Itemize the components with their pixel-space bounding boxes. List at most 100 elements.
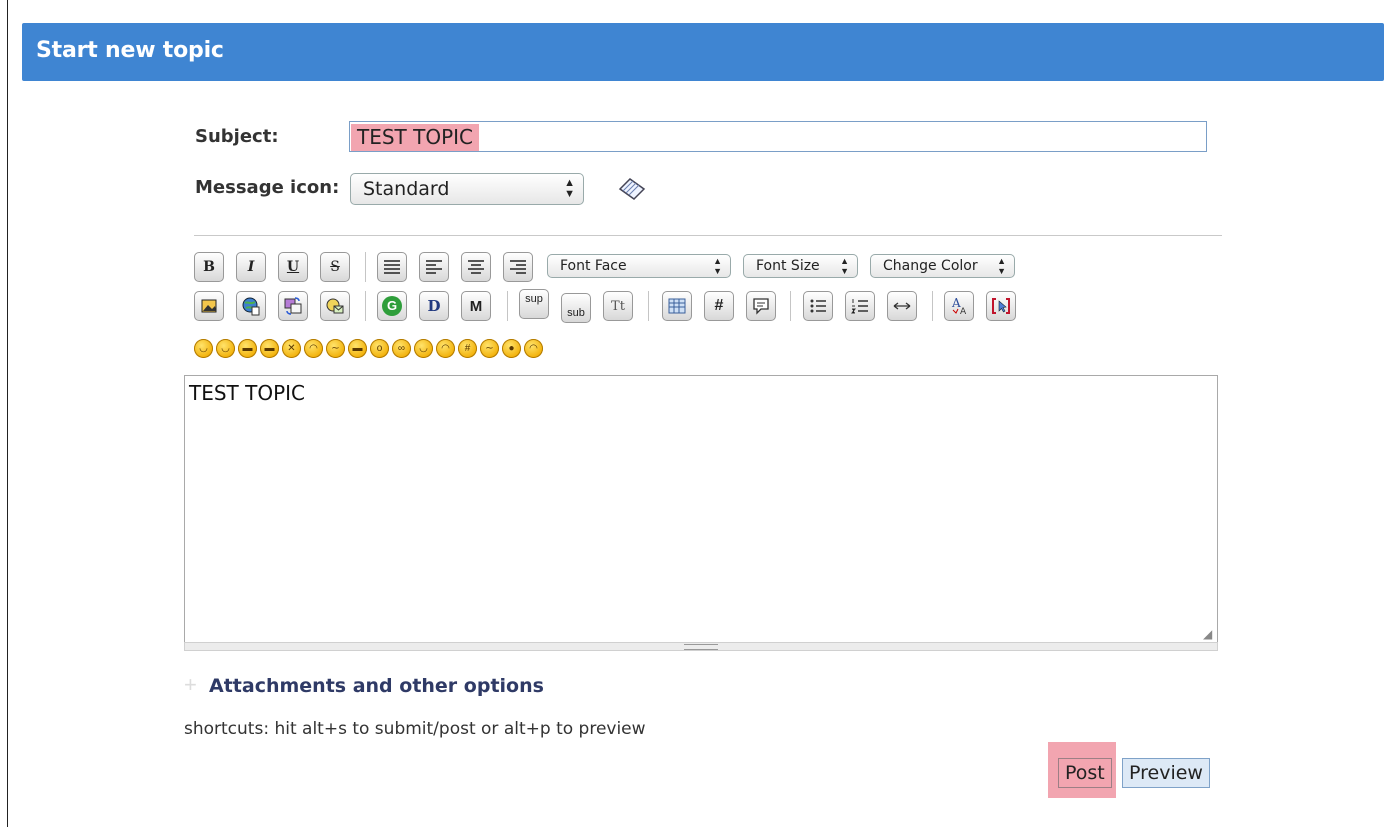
sad-smiley-icon[interactable]: ◠ [304, 339, 323, 358]
textarea-resize-corner-icon[interactable]: ◢ [1203, 627, 1212, 641]
hash-icon: # [714, 297, 724, 314]
bullet-list-button[interactable] [803, 291, 833, 321]
message-icon-label: Message icon: [195, 177, 340, 198]
insert-link-button[interactable] [236, 291, 266, 321]
wink-smiley-icon[interactable]: ◡ [216, 339, 235, 358]
font-size-select[interactable]: Font Size ▲ ▼ [743, 254, 858, 278]
remove-format-button[interactable] [986, 291, 1016, 321]
insert-table-button[interactable] [662, 291, 692, 321]
toolbar-separator [790, 291, 791, 321]
laugh-smiley-icon[interactable]: ▬ [260, 339, 279, 358]
toolbar-separator [365, 291, 366, 321]
superscript-label: sup [525, 293, 543, 305]
change-color-select[interactable]: Change Color ▲ ▼ [870, 254, 1015, 278]
change-color-label: Change Color [883, 258, 978, 274]
subject-label: Subject: [195, 126, 279, 147]
spellcheck-button[interactable]: AA [944, 291, 974, 321]
toolbar-separator [507, 291, 508, 321]
resize-grip-icon[interactable] [684, 644, 718, 650]
svg-text:A: A [960, 307, 967, 316]
attachments-toggle[interactable]: Attachments and other options [209, 675, 544, 697]
angry-smiley-icon[interactable]: ✕ [282, 339, 301, 358]
italic-glyph: I [247, 259, 255, 275]
strikethrough-button[interactable]: S [320, 252, 350, 282]
font-face-select[interactable]: Font Face ▲ ▼ [547, 254, 731, 278]
surprised-smiley-icon[interactable]: o [370, 339, 389, 358]
quote-bubble-icon [753, 298, 769, 315]
grin-smiley-icon[interactable]: ▬ [238, 339, 257, 358]
confused-smiley-icon[interactable]: ∼ [326, 339, 345, 358]
bullet-list-icon [810, 299, 826, 313]
bold-button[interactable]: B [194, 252, 224, 282]
page-left-border [7, 0, 8, 827]
bold-glyph: B [203, 259, 215, 275]
cool-smiley-icon[interactable]: ▬ [348, 339, 367, 358]
align-right-icon [510, 260, 526, 274]
align-right-button[interactable] [503, 252, 533, 282]
teletype-button[interactable]: Tt [603, 291, 633, 321]
toolbar-separator [365, 252, 366, 282]
google-search-button[interactable]: G [377, 291, 407, 321]
header-bar [22, 23, 1384, 81]
font-size-label: Font Size [756, 258, 820, 274]
message-text[interactable]: TEST TOPIC [189, 381, 305, 405]
justify-button[interactable] [377, 252, 407, 282]
numbered-list-button[interactable] [845, 291, 875, 321]
table-icon [668, 298, 686, 314]
tongue-smiley-icon[interactable]: ◡ [414, 339, 433, 358]
toolbar-separator [648, 291, 649, 321]
post-button[interactable]: Post [1058, 758, 1112, 788]
nerd-smiley-icon[interactable]: ∞ [392, 339, 411, 358]
zipped-smiley-icon[interactable]: # [458, 339, 477, 358]
blush-smiley-icon[interactable]: ◠ [436, 339, 455, 358]
insert-email-button[interactable] [320, 291, 350, 321]
horizontal-rule-button[interactable] [887, 291, 917, 321]
insert-media-button[interactable] [278, 291, 308, 321]
message-icon-preview-icon [614, 175, 648, 205]
preview-button[interactable]: Preview [1122, 758, 1210, 788]
toolbar-separator [932, 291, 933, 321]
code-button[interactable]: # [704, 291, 734, 321]
underline-button[interactable]: U [278, 252, 308, 282]
spellcheck-icon: AA [951, 296, 967, 316]
smiley-icon[interactable]: ◡ [194, 339, 213, 358]
select-arrows-icon: ▲ ▼ [840, 256, 849, 276]
horizontal-arrows-icon [893, 302, 911, 310]
align-center-button[interactable] [461, 252, 491, 282]
m-tag-button[interactable]: M [461, 291, 491, 321]
select-arrows-icon: ▲ ▼ [997, 256, 1006, 276]
media-swap-icon [284, 297, 302, 315]
subscript-button[interactable]: sub [561, 293, 591, 323]
strikethrough-glyph: S [330, 259, 340, 275]
insert-image-button[interactable] [194, 291, 224, 321]
section-divider [194, 235, 1222, 236]
subscript-label: sub [567, 307, 585, 319]
email-icon [326, 298, 344, 314]
globe-link-icon [242, 297, 260, 316]
thinking-smiley-icon[interactable]: ∼ [480, 339, 499, 358]
image-icon [201, 299, 217, 313]
align-left-button[interactable] [419, 252, 449, 282]
italic-button[interactable]: I [236, 252, 266, 282]
teletype-label: Tt [611, 298, 625, 314]
subject-value[interactable]: TEST TOPIC [351, 124, 480, 151]
align-justify-icon [384, 260, 400, 274]
crying-smiley-icon[interactable]: ◠ [524, 339, 543, 358]
select-arrows-icon: ▲ ▼ [713, 256, 722, 276]
shortcuts-hint: shortcuts: hit alt+s to submit/post or a… [184, 719, 646, 739]
font-face-label: Font Face [560, 258, 627, 274]
shocked-smiley-icon[interactable]: ● [502, 339, 521, 358]
superscript-button[interactable]: sup [519, 289, 549, 319]
message-icon-select[interactable]: Standard ▲ ▼ [350, 173, 584, 205]
underline-glyph: U [286, 259, 300, 275]
google-icon: G [382, 296, 402, 316]
message-textarea[interactable] [184, 375, 1218, 643]
expand-plus-icon[interactable]: + [184, 672, 197, 698]
definition-button[interactable]: D [419, 291, 449, 321]
numbered-list-icon [851, 299, 868, 314]
select-arrows-icon: ▲ ▼ [564, 177, 575, 200]
definition-icon: D [427, 297, 441, 315]
align-center-icon [468, 260, 484, 274]
quote-button[interactable] [746, 291, 776, 321]
message-icon-selected: Standard [363, 178, 450, 200]
